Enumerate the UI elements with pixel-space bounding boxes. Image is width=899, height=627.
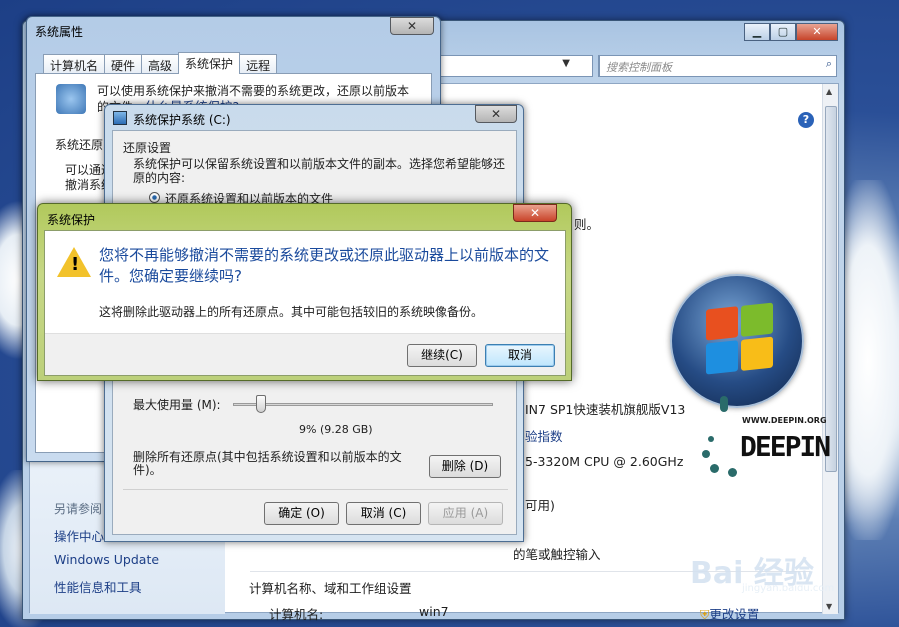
minimize-button[interactable]: ▁: [744, 23, 770, 41]
deepin-wordmark: DEEPIN: [740, 430, 831, 463]
tab-hardware[interactable]: 硬件: [104, 54, 143, 74]
search-input[interactable]: 搜索控制面板 ⌕: [599, 55, 837, 77]
memory-available: 可用): [525, 498, 555, 513]
search-placeholder: 搜索控制面板: [606, 61, 672, 74]
vertical-scrollbar[interactable]: ▲ ▼: [822, 84, 838, 614]
windows-flag-icon: [706, 302, 774, 377]
option-radio[interactable]: [149, 192, 160, 203]
max-usage-label: 最大使用量 (M):: [133, 398, 221, 412]
shield-icon: ⛨: [700, 607, 710, 622]
scroll-down-icon[interactable]: ▼: [826, 602, 832, 611]
link-performance[interactable]: 性能信息和工具: [54, 577, 142, 596]
tab-system-protection[interactable]: 系统保护: [178, 52, 241, 74]
restore-settings-desc: 系统保护可以保留系统设置和以前版本文件的副本。选择您希望能够还原的内容:: [133, 157, 506, 185]
cancel-button[interactable]: 取消 (C): [346, 502, 421, 525]
cpu-value: 5-3320M CPU @ 2.60GHz: [525, 454, 684, 469]
baidu-watermark-url: jingyan.baidu.com: [742, 583, 835, 594]
close-button[interactable]: ✕: [796, 23, 838, 41]
tab-remote[interactable]: 远程: [239, 54, 278, 74]
window-title: 系统属性: [35, 25, 84, 39]
tab-advanced[interactable]: 高级: [141, 54, 180, 74]
usage-slider[interactable]: [233, 395, 493, 415]
wallpaper-glacier: [840, 180, 899, 540]
restore-settings-heading: 还原设置: [123, 141, 172, 155]
deepin-url: WWW.DEEPIN.ORG: [742, 416, 827, 425]
link-action-center[interactable]: 操作中心: [54, 526, 104, 545]
dialog-title: 系统保护系统 (C:): [133, 113, 231, 127]
tab-bar: 计算机名 硬件 高级 系统保护 远程: [43, 52, 278, 74]
secondary-text: 这将删除此驱动器上的所有还原点。其中可能包括较旧的系统映像备份。: [99, 305, 484, 319]
divider: [123, 489, 508, 490]
pen-touch-value: 的笔或触控输入: [513, 547, 601, 562]
link-windows-update[interactable]: Windows Update: [54, 552, 159, 567]
warning-icon: !: [57, 247, 91, 277]
scrollbar-thumb[interactable]: [825, 106, 837, 472]
search-icon[interactable]: ⌕: [826, 57, 832, 71]
windows-logo: [670, 274, 804, 408]
chevron-down-icon[interactable]: ▼: [562, 58, 570, 69]
section-title: 计算机名称、域和工作组设置: [249, 581, 412, 596]
button-bar: 继续(C) 取消: [45, 333, 565, 375]
close-button[interactable]: ✕: [513, 204, 557, 222]
delete-button[interactable]: 删除 (D): [429, 455, 501, 478]
dialog-body: ! 您将不再能够撤消不需要的系统更改或还原此驱动器上以前版本的文件。您确定要继续…: [44, 230, 566, 376]
info-fragment: 则。: [574, 217, 600, 232]
tab-computer-name[interactable]: 计算机名: [43, 54, 106, 74]
usage-value: 9% (9.28 GB): [299, 423, 373, 436]
continue-button[interactable]: 继续(C): [407, 344, 477, 367]
see-also-heading: 另请参阅: [54, 502, 103, 516]
slider-track: [233, 403, 493, 406]
main-instruction: 您将不再能够撤消不需要的系统更改或还原此驱动器上以前版本的文件。您确定要继续吗?: [99, 246, 550, 285]
cancel-button[interactable]: 取消: [485, 344, 555, 367]
scroll-up-icon[interactable]: ▲: [826, 87, 832, 96]
apply-button[interactable]: 应用 (A): [428, 502, 503, 525]
window-controls: ▁ ▢ ✕: [744, 23, 838, 41]
experience-index-link[interactable]: 验指数: [525, 426, 563, 445]
dialog-title: 系统保护: [47, 213, 96, 227]
change-settings-label: 更改设置: [709, 607, 760, 622]
confirm-dialog: 系统保护 ✕ ! 您将不再能够撤消不需要的系统更改或还原此驱动器上以前版本的文件…: [37, 203, 572, 381]
change-settings-link[interactable]: ⛨更改设置: [700, 604, 759, 623]
close-button[interactable]: ✕: [475, 105, 517, 123]
ok-button[interactable]: 确定 (O): [264, 502, 339, 525]
system-restore-label: 系统还原: [55, 138, 104, 152]
delete-desc: 删除所有还原点(其中包括系统设置和以前版本的文件)。: [133, 450, 402, 477]
help-icon[interactable]: ?: [798, 112, 814, 128]
windows-edition: IN7 SP1快速装机旗舰版V13: [525, 402, 686, 417]
close-button[interactable]: ✕: [390, 17, 434, 35]
system-protection-icon: [56, 84, 86, 114]
computer-name-value: win7: [419, 604, 449, 619]
slider-thumb[interactable]: [256, 395, 266, 413]
maximize-button[interactable]: ▢: [770, 23, 796, 41]
computer-icon: [113, 111, 127, 125]
computer-name-label: 计算机名:: [269, 607, 324, 622]
